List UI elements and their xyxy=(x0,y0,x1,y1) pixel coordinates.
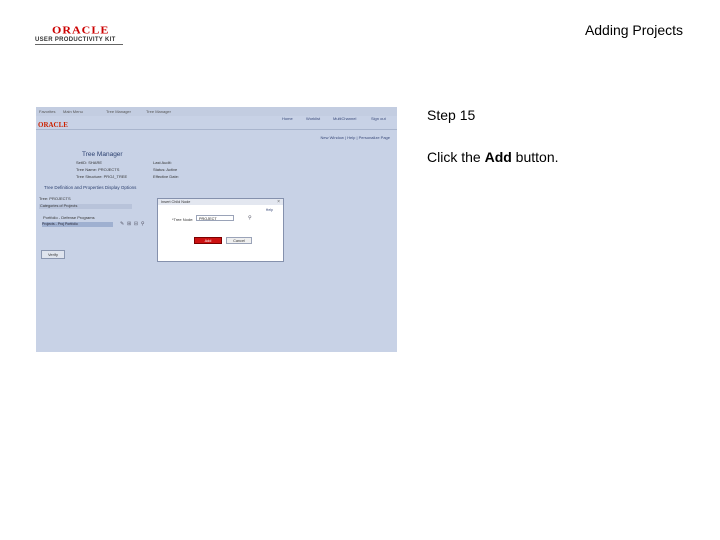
screenshot-header-divider xyxy=(36,129,397,130)
step-number: Step 15 xyxy=(427,107,476,123)
tree-node-label: *Tree Node: xyxy=(172,217,194,222)
oracle-upk-logo: ORACLE USER PRODUCTIVITY KIT xyxy=(35,23,125,47)
logo-brand: ORACLE xyxy=(52,24,110,37)
application-screenshot: Favorites Main Menu Tree Manager Tree Ma… xyxy=(36,107,397,352)
add-button[interactable]: Add xyxy=(194,237,222,244)
instruction-prefix: Click the xyxy=(427,149,485,165)
header-link: Sign out xyxy=(371,116,386,121)
lookup-icon[interactable]: ⚲ xyxy=(248,215,252,221)
screenshot-tree-node-selected: Projects - Proj Portfolio xyxy=(42,222,113,227)
field-left: Tree Structure: PROJ_TREE xyxy=(76,174,128,179)
slide-title: Adding Projects xyxy=(584,22,683,38)
cancel-button[interactable]: Cancel xyxy=(226,237,252,244)
field-right: Effective Date: xyxy=(153,174,179,179)
tree-node-input[interactable]: PROJECT xyxy=(196,215,234,221)
screenshot-node-tools: ✎ ⊞ ⊟ ⚲ xyxy=(120,221,145,227)
field-left: Tree Name: PROJECTS xyxy=(76,167,120,172)
field-left: SetID: SHARE xyxy=(76,160,103,165)
screenshot-section-links: Tree Definition and Properties Display O… xyxy=(44,185,137,190)
dialog-help-link[interactable]: Help xyxy=(266,208,273,212)
header-link: Worklist xyxy=(306,116,321,121)
screenshot-tree-label: Tree: PROJECTS xyxy=(39,196,71,201)
nav-item: Tree Manager xyxy=(146,109,171,114)
instruction-suffix: button. xyxy=(511,149,559,165)
screenshot-oracle-logo: ORACLE xyxy=(38,121,68,129)
logo-underline xyxy=(35,44,123,45)
screenshot-page-title: Tree Manager xyxy=(82,151,123,158)
nav-item: Favorites xyxy=(39,109,56,114)
step-instruction: Click the Add button. xyxy=(427,149,559,165)
dialog-title: Insert Child Node xyxy=(158,199,283,205)
screenshot-top-nav: Favorites Main Menu Tree Manager Tree Ma… xyxy=(36,107,397,116)
screenshot-verify-button: Verify xyxy=(41,250,65,259)
header-link: MultiChannel xyxy=(333,116,357,121)
insert-node-dialog: Insert Child Node × Help *Tree Node: PRO… xyxy=(157,198,284,262)
field-right: Status: Active xyxy=(153,167,178,172)
screenshot-tree-node: Portfolio - Defense Programs xyxy=(43,215,95,220)
nav-item: Main Menu xyxy=(63,109,83,114)
instruction-action: Add xyxy=(484,149,512,165)
close-icon[interactable]: × xyxy=(277,199,280,205)
logo-tagline: USER PRODUCTIVITY KIT xyxy=(35,37,116,43)
header-link: Home xyxy=(282,116,293,121)
screenshot-utility-links: New Window | Help | Personalize Page xyxy=(320,135,390,140)
nav-item: Tree Manager xyxy=(106,109,131,114)
screenshot-tree-row: Categories of Projects xyxy=(39,204,132,209)
field-right: Last Audit: xyxy=(153,160,172,165)
